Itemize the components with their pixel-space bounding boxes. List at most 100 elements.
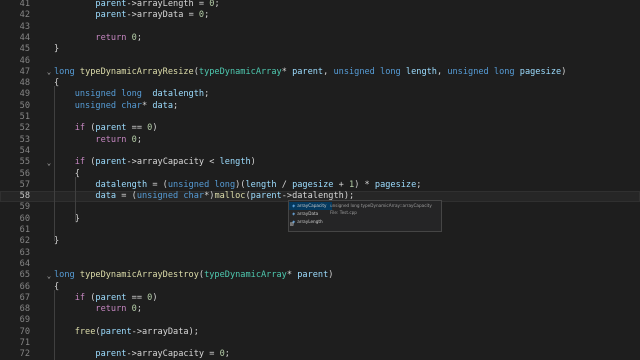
field-icon: ◈ xyxy=(292,203,296,208)
suggest-detail-signature: unsigned long typeDynamicArray::arrayCap… xyxy=(330,203,432,208)
code-token: long xyxy=(54,66,75,77)
code-token: arrayCapacity xyxy=(136,157,205,168)
code-line[interactable]: 50 unsigned char* data; xyxy=(0,101,640,112)
code-token: parent xyxy=(292,66,324,77)
code-token: ) * xyxy=(354,179,375,190)
code-token: arrayData xyxy=(142,326,189,337)
line-number: 41 xyxy=(19,0,30,9)
code-token: if xyxy=(74,157,86,168)
code-token: } xyxy=(54,44,60,55)
code-token: * xyxy=(286,270,298,281)
line-code: return 0; xyxy=(54,304,142,315)
code-token: parent xyxy=(95,292,127,303)
fold-chevron-icon[interactable]: ⌄ xyxy=(45,68,53,76)
code-token: length xyxy=(405,66,437,77)
code-token: parent xyxy=(95,349,127,360)
code-token: return xyxy=(95,304,127,315)
line-code: free(parent->arrayData); xyxy=(54,327,199,338)
code-line[interactable]: 47 ⌄ long typeDynamicArrayResize(typeDynam… xyxy=(0,67,640,78)
code-line[interactable]: 63 xyxy=(0,248,640,259)
code-token: pagesize xyxy=(292,179,334,190)
code-token: ) xyxy=(250,157,256,168)
code-line[interactable]: 48{ xyxy=(0,78,640,89)
code-token: parent xyxy=(100,326,132,337)
code-line[interactable]: 52 if (parent == 0) xyxy=(0,123,640,134)
line-number: 50 xyxy=(19,100,30,111)
code-line[interactable]: 66{ xyxy=(0,282,640,293)
line-number: 43 xyxy=(19,21,30,32)
code-line[interactable]: 64 xyxy=(0,259,640,270)
line-number: 62 xyxy=(19,236,30,247)
fold-chevron-icon[interactable]: ⌄ xyxy=(45,159,53,167)
code-line[interactable]: 56 { xyxy=(0,169,640,180)
close-icon[interactable]: ⊠ xyxy=(290,222,296,228)
code-line[interactable]: 57 datalength = (unsigned long)(length /… xyxy=(0,180,640,191)
code-line[interactable]: 69 xyxy=(0,315,640,326)
code-line[interactable]: 68 return 0; xyxy=(0,304,640,315)
code-token: = xyxy=(204,349,220,360)
line-number: 45 xyxy=(19,44,30,55)
code-line[interactable]: 72 parent->arrayCapacity = 0; xyxy=(0,349,640,360)
code-token: typeDynamicArrayResize xyxy=(79,66,194,77)
code-line[interactable]: 53 return 0; xyxy=(0,135,640,146)
line-code: parent->arrayCapacity = 0; xyxy=(54,349,230,360)
code-line[interactable]: 43 xyxy=(0,22,640,33)
code-line[interactable]: 44 return 0; xyxy=(0,33,640,44)
code-line[interactable]: 49 unsigned long datalength; xyxy=(0,89,640,100)
code-token: malloc xyxy=(214,191,246,202)
suggest-item-arrayCapacity[interactable]: ◈ arrayCapacity xyxy=(289,202,332,210)
line-number: 55 xyxy=(19,157,30,168)
line-number: 61 xyxy=(19,225,30,235)
code-token: datalength xyxy=(95,179,148,190)
code-token: == xyxy=(126,292,148,303)
code-token: -> xyxy=(126,349,137,360)
code-token: parent xyxy=(250,191,282,202)
code-token: length xyxy=(245,179,277,190)
code-token: -> xyxy=(126,10,137,21)
line-code: if (parent == 0) xyxy=(54,123,158,134)
fold-chevron-icon[interactable]: ⌄ xyxy=(45,272,53,280)
suggest-item-arrayData[interactable]: ◈ arrayData xyxy=(289,210,332,218)
code-line[interactable]: 46 xyxy=(0,56,640,67)
line-number: 64 xyxy=(19,258,30,269)
code-line[interactable]: 70 free(parent->arrayData); xyxy=(0,327,640,338)
code-line[interactable]: 67 if (parent == 0) xyxy=(0,293,640,304)
line-number: 68 xyxy=(19,304,30,315)
code-line[interactable]: 51 xyxy=(0,112,640,123)
code-token: typeDynamicArray xyxy=(198,66,282,77)
code-line[interactable]: 55 ⌄ if (parent->arrayCapacity < length) xyxy=(0,157,640,168)
code-line[interactable]: 41 parent->arrayLength = 0; xyxy=(0,0,640,10)
code-token: ( xyxy=(85,157,96,168)
code-token: ); xyxy=(188,326,199,337)
code-token: -> xyxy=(131,326,142,337)
line-number: 42 xyxy=(19,10,30,21)
code-line[interactable]: 65 ⌄ long typeDynamicArrayDestroy(typeDyna… xyxy=(0,270,640,281)
line-code: datalength = (unsigned long)(length / pa… xyxy=(54,180,421,191)
code-line[interactable]: 42 parent->arrayData = 0; xyxy=(0,10,640,21)
code-token: )( xyxy=(235,179,246,190)
line-code: return 0; xyxy=(54,33,142,44)
line-number: 67 xyxy=(19,292,30,303)
line-code: if (parent->arrayCapacity < length) xyxy=(54,157,256,168)
code-token: data xyxy=(152,100,174,111)
code-token: + xyxy=(333,179,349,190)
line-code: long typeDynamicArrayResize(typeDynamicA… xyxy=(54,67,566,78)
code-token: unsigned long xyxy=(333,66,401,77)
code-token: unsigned long xyxy=(74,89,142,100)
field-icon: ◈ xyxy=(292,211,296,216)
code-editor[interactable]: 41 parent->arrayLength = 0; 42 parent->ar… xyxy=(0,0,640,360)
code-token: ; xyxy=(136,32,143,43)
code-line[interactable]: 54 xyxy=(0,146,640,157)
code-line[interactable]: 62} xyxy=(0,236,640,247)
code-line[interactable]: 71 xyxy=(0,338,640,349)
code-token: typeDynamicArrayDestroy xyxy=(79,270,199,281)
suggest-widget[interactable]: ◈ arrayCapacity ◈ arrayData ◈ arrayLength u… xyxy=(288,200,442,232)
code-line[interactable]: 45} xyxy=(0,44,640,55)
code-token: ( xyxy=(85,123,96,134)
